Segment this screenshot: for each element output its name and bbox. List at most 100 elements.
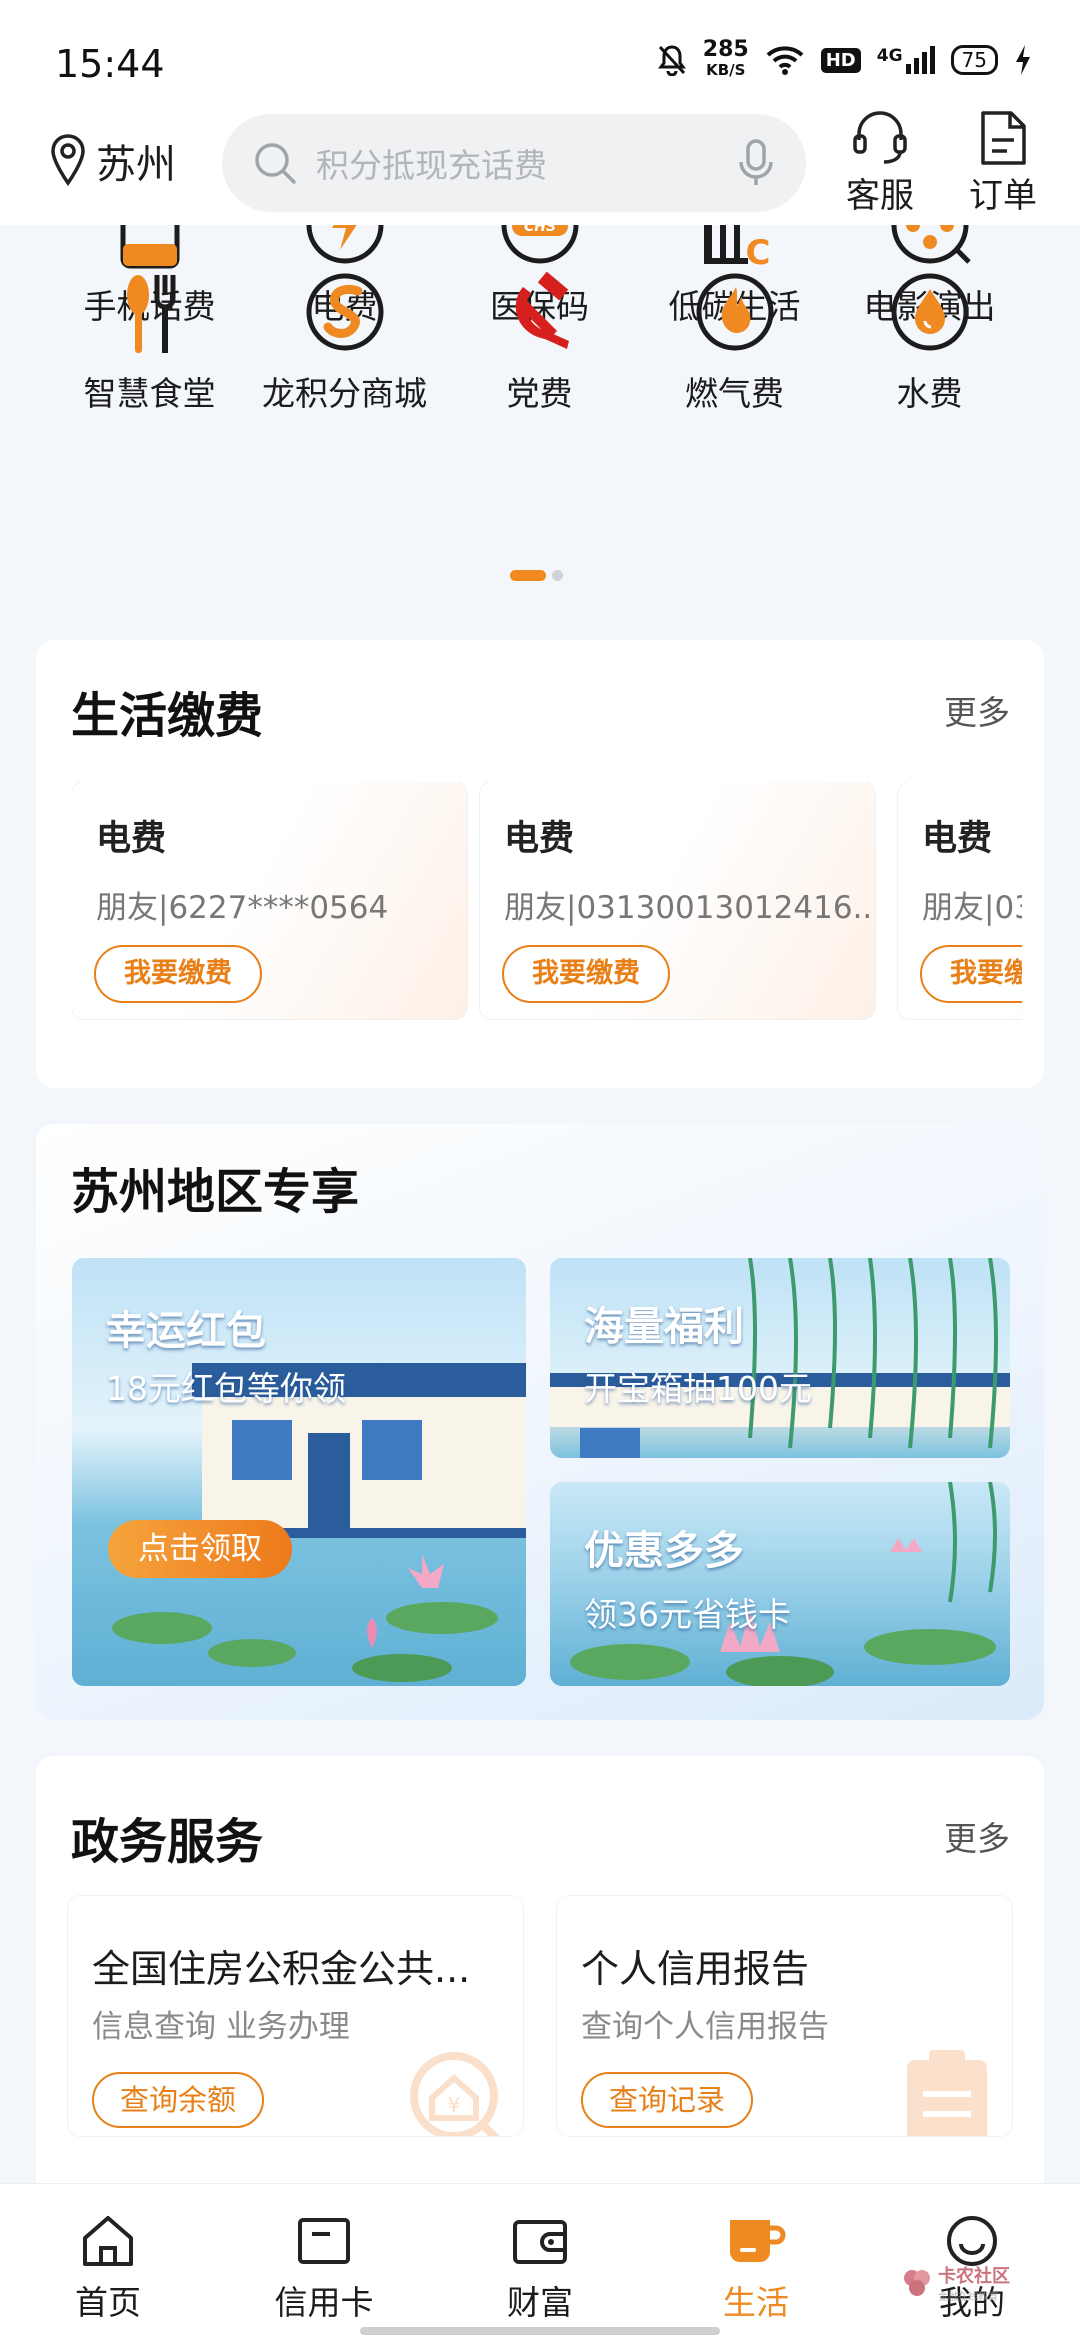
home-indicator[interactable] [360, 2327, 720, 2335]
city-name: 苏州 [96, 142, 176, 188]
smile-icon [947, 2216, 997, 2266]
spoon-fork-icon [105, 267, 195, 357]
section-title: 生活缴费 [71, 688, 264, 744]
gov-card-subtitle: 信息查询 业务办理 [92, 2009, 350, 2045]
tab-wealth[interactable]: 财富 [432, 2184, 648, 2340]
tab-label: 财富 [507, 2283, 573, 2322]
region-exclusive-section: 苏州地区专享 幸运红包 18元红包等你领 点击领取 海量福利 开宝箱抽100元 … [36, 1124, 1044, 1720]
house-fund-icon: ¥ [410, 2052, 500, 2136]
service-item[interactable]: 燃气费 [637, 267, 832, 415]
microphone-icon[interactable] [736, 138, 776, 188]
promo-subtitle: 18元红包等你领 [106, 1369, 346, 1408]
wallet-icon [513, 2220, 567, 2264]
promo-title: 海量福利 [584, 1304, 744, 1350]
bill-carousel[interactable]: 电费 朋友|6227****0564 我要缴费 电费 朋友|0313001301… [72, 782, 1022, 1022]
section-title: 政务服务 [71, 1814, 264, 1870]
section-title: 苏州地区专享 [71, 1164, 360, 1220]
location-pin-icon [51, 134, 85, 187]
query-balance-button[interactable]: 查询余额 [92, 2072, 265, 2128]
status-icons: 285 KB/S HD 4G 75 [657, 37, 1032, 80]
orders-label: 订单 [969, 176, 1037, 216]
welfare-banner[interactable]: 海量福利 开宝箱抽100元 [550, 1258, 1010, 1458]
credit-card-icon [298, 2218, 350, 2264]
service-label: 智慧食堂 [83, 374, 216, 413]
bill-card[interactable]: 电费 朋友|03 我要缴费 [898, 782, 1022, 1019]
network-type: 4G [876, 46, 903, 66]
housing-fund-card[interactable]: 全国住房公积金公共... 信息查询 业务办理 查询余额 ¥ [68, 1896, 523, 2136]
gov-services-section: 政务服务 更多 全国住房公积金公共... 信息查询 业务办理 查询余额 ¥ 个人… [36, 1756, 1044, 2196]
promo-subtitle: 开宝箱抽100元 [584, 1369, 812, 1408]
customer-service-label: 客服 [846, 176, 914, 216]
low-carbon-icon: C [690, 225, 780, 270]
service-label: 水费 [896, 374, 963, 413]
tab-label: 首页 [75, 2283, 141, 2322]
clipboard-icon [907, 2050, 987, 2136]
bill-card[interactable]: 电费 朋友|03130013012416... 我要缴费 [480, 782, 875, 1019]
status-bar: 15:44 285 KB/S HD 4G 75 [0, 0, 1080, 110]
coffee-cup-icon [730, 2220, 786, 2262]
service-item[interactable]: 龙积分商城 [247, 267, 442, 415]
signal-bars-icon [905, 46, 935, 74]
search-icon [255, 143, 296, 184]
watermark-subtext: 金融在线教育 [938, 2292, 998, 2303]
pay-button[interactable]: 我要缴费 [94, 945, 262, 1003]
gov-card-subtitle: 查询个人信用报告 [581, 2009, 829, 2045]
promo-title: 优惠多多 [584, 1528, 744, 1574]
page-dot [552, 570, 563, 581]
location-selector[interactable]: 苏州 [48, 132, 176, 190]
more-link[interactable]: 更多 [944, 686, 1010, 734]
headset-icon [853, 111, 907, 164]
willow-illustration [550, 1258, 1010, 1458]
query-records-button[interactable]: 查询记录 [581, 2072, 754, 2128]
page-dot-active [510, 570, 546, 581]
signal: 4G [877, 46, 935, 74]
search-bar[interactable]: 积分抵现充话费 [222, 114, 806, 212]
tab-label: 生活 [723, 2283, 789, 2322]
service-label: 燃气费 [685, 374, 784, 413]
service-label: 龙积分商城 [262, 374, 427, 413]
net-speed-value: 285 [702, 37, 749, 62]
tab-home[interactable]: 首页 [0, 2184, 216, 2340]
bill-type: 电费 [922, 819, 993, 859]
hammer-sickle-icon [495, 267, 585, 357]
tab-credit-card[interactable]: 信用卡 [216, 2184, 432, 2340]
water-drop-icon [885, 267, 975, 357]
lucky-red-packet-banner[interactable]: 幸运红包 18元红包等你领 点击领取 [72, 1258, 526, 1686]
bill-account: 朋友|03130013012416... [504, 890, 875, 926]
service-item[interactable]: 智慧食堂 [52, 267, 247, 415]
wifi-icon [766, 46, 804, 75]
orders-button[interactable]: 订单 [953, 110, 1053, 217]
bell-muted-icon [657, 45, 686, 76]
charging-icon [1016, 45, 1030, 75]
customer-service-button[interactable]: 客服 [830, 110, 930, 217]
chs-medical-insurance-icon: CHS [495, 225, 585, 270]
svg-text:¥: ¥ [448, 2093, 461, 2117]
life-payment-section: 生活缴费 更多 电费 朋友|6227****0564 我要缴费 电费 朋友|03… [36, 640, 1044, 1088]
battery: 75 [950, 45, 998, 75]
gov-card-title: 个人信用报告 [581, 1947, 810, 1991]
tab-life[interactable]: 生活 [648, 2184, 864, 2340]
pay-button[interactable]: 我要缴费 [920, 945, 1022, 1003]
service-item[interactable]: 党费 [442, 267, 637, 415]
svg-text:C: C [745, 233, 770, 270]
watermark-logo-icon [904, 2269, 930, 2296]
service-item[interactable]: 水费 [832, 267, 1027, 415]
promo-subtitle: 领36元省钱卡 [584, 1595, 791, 1634]
dragon-points-icon [300, 267, 390, 357]
pay-button[interactable]: 我要缴费 [502, 945, 670, 1003]
gov-card-title: 全国住房公积金公共... [92, 1947, 471, 1991]
search-placeholder: 积分抵现充话费 [316, 146, 547, 185]
svg-text:¥: ¥ [140, 225, 158, 229]
watermark-text: 卡农社区 [938, 2266, 1010, 2287]
top-header: 苏州 积分抵现充话费 客服 订单 [0, 110, 1080, 225]
bill-card[interactable]: 电费 朋友|6227****0564 我要缴费 [72, 782, 467, 1019]
credit-report-card[interactable]: 个人信用报告 查询个人信用报告 查询记录 [557, 1896, 1012, 2136]
bill-type: 电费 [96, 819, 167, 859]
lotus-pond-illustration [570, 1482, 997, 1686]
claim-button[interactable]: 点击领取 [108, 1520, 292, 1578]
net-speed-unit: KB/S [706, 61, 746, 79]
svg-text:CHS: CHS [523, 225, 555, 235]
net-speed: 285 KB/S [702, 37, 749, 80]
more-link[interactable]: 更多 [944, 1812, 1010, 1860]
discount-banner[interactable]: 优惠多多 领36元省钱卡 [550, 1482, 1010, 1686]
